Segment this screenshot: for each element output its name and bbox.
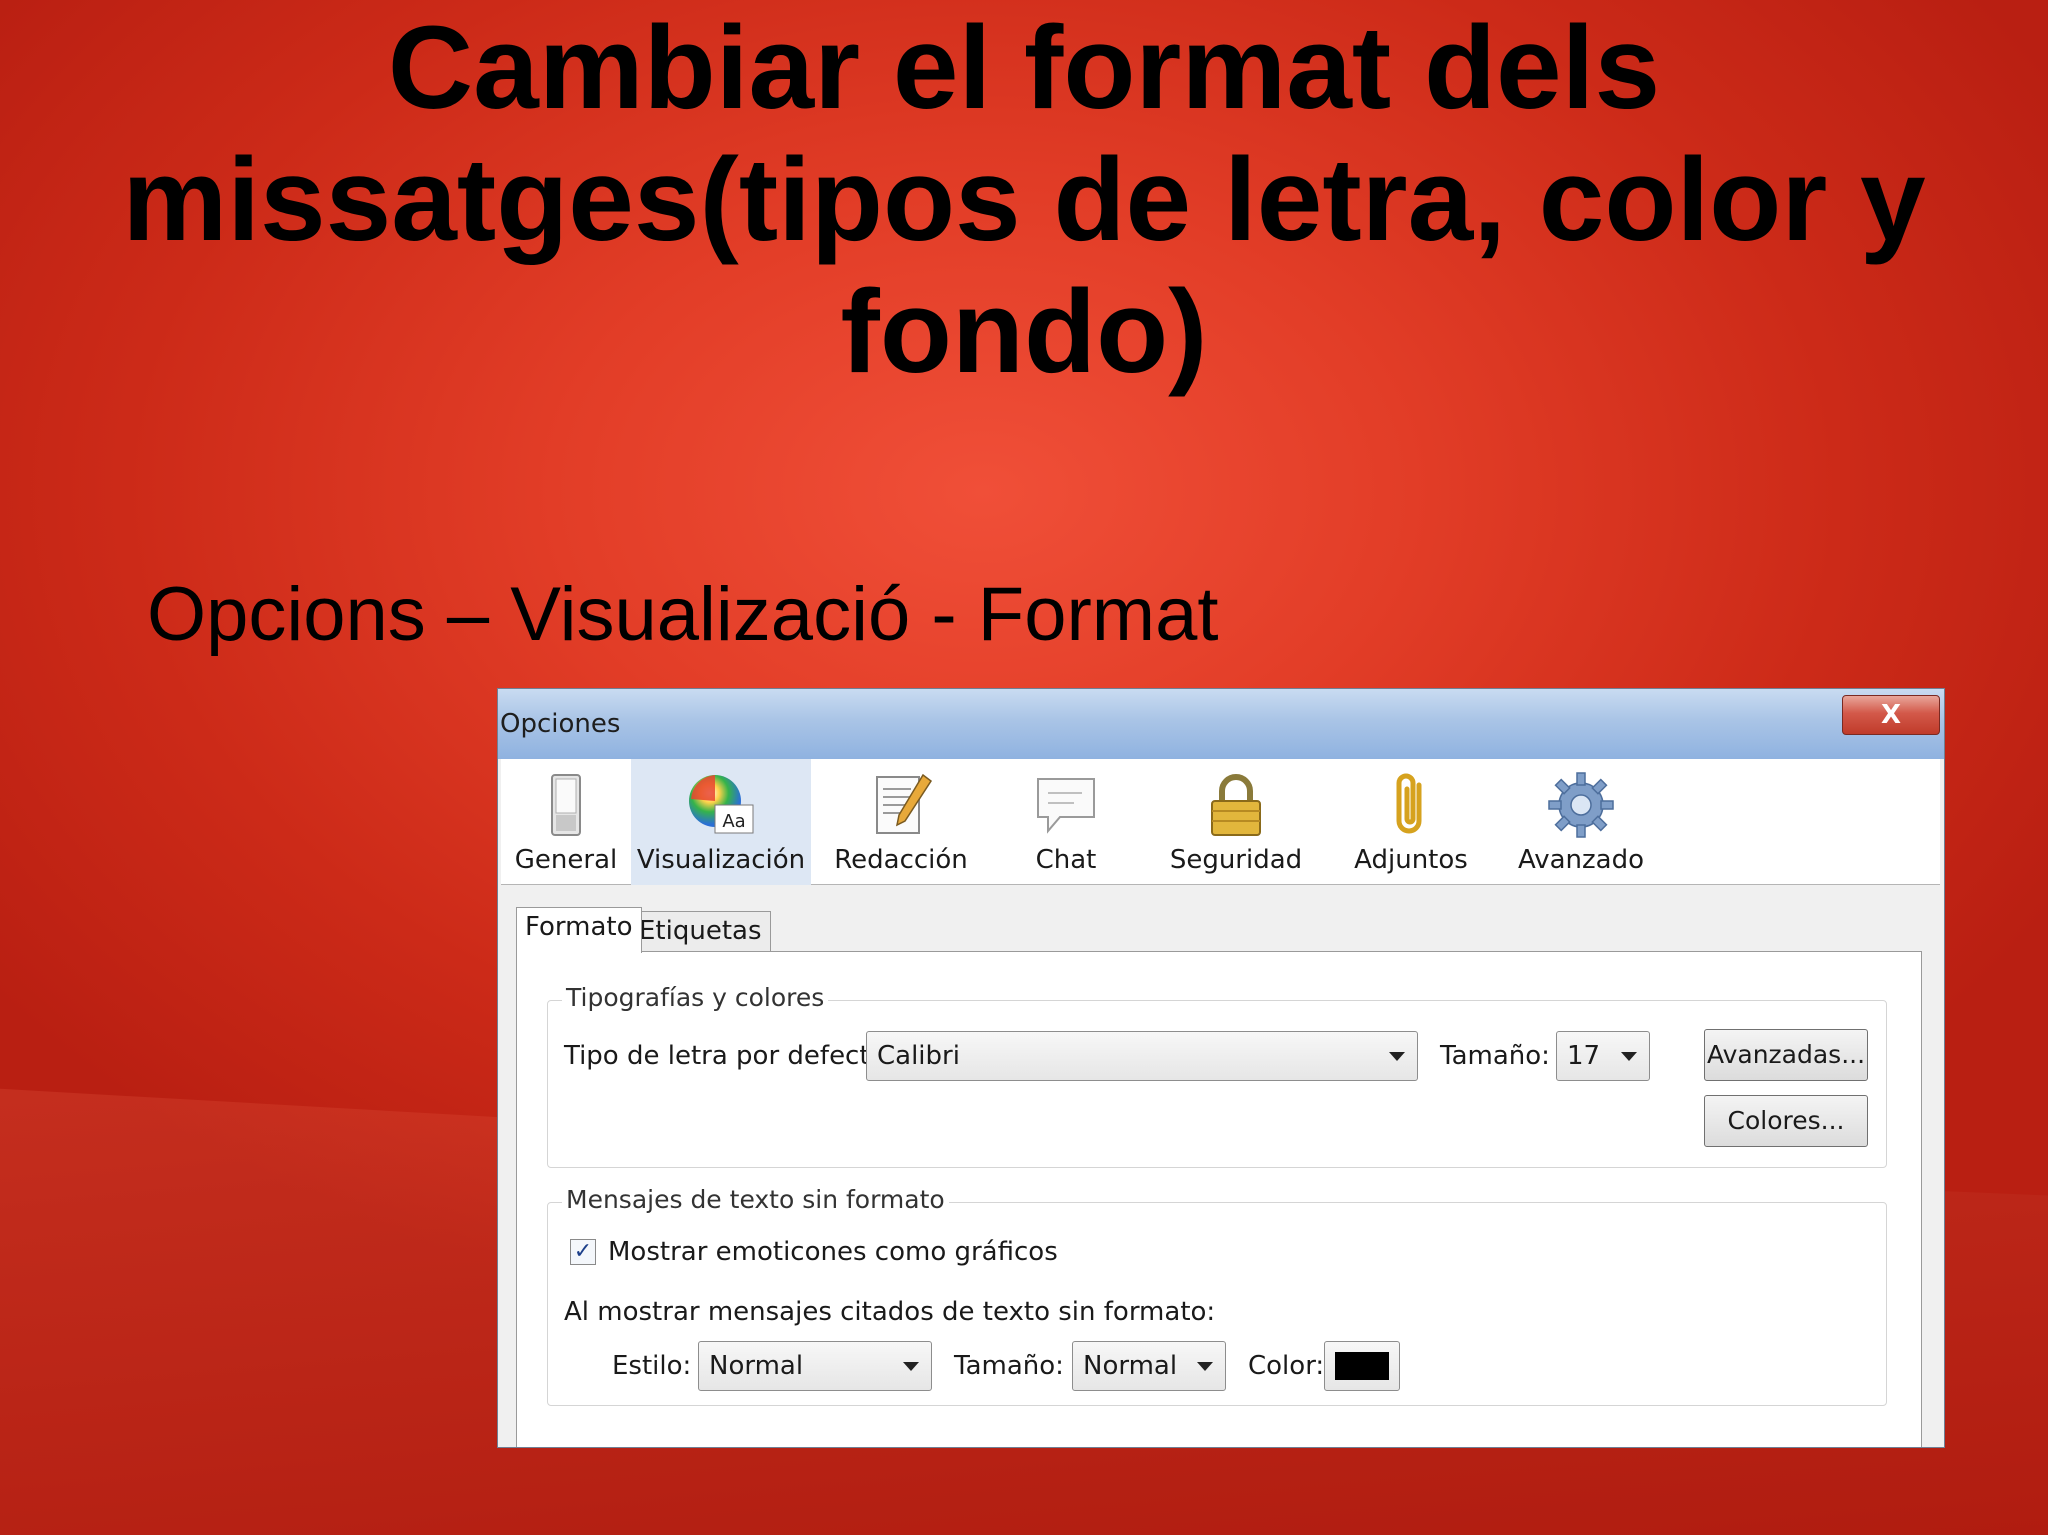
toolbar-item-visualizacion[interactable]: Aa Visualización — [631, 759, 811, 885]
fonts-colors-group: Tipografías y colores Tipo de letra por … — [547, 983, 1887, 1168]
paperclip-icon — [1396, 773, 1422, 834]
toolbar-label-avanzado: Avanzado — [1517, 845, 1645, 875]
default-font-select[interactable]: Calibri — [866, 1031, 1418, 1081]
chevron-down-icon — [903, 1362, 919, 1371]
toolbar-item-chat[interactable]: Chat — [991, 759, 1141, 885]
colors-button[interactable]: Colores... — [1704, 1095, 1868, 1147]
toolbar-label-seguridad: Seguridad — [1169, 845, 1303, 875]
chevron-down-icon — [1621, 1052, 1637, 1061]
toolbar-label-redaccion: Redacción — [834, 845, 968, 875]
quote-style-select[interactable]: Normal — [698, 1341, 932, 1391]
toolbar-label-general: General — [514, 845, 618, 875]
formato-panel: Tipografías y colores Tipo de letra por … — [516, 951, 1922, 1447]
toolbar-label-chat: Chat — [1035, 845, 1097, 875]
color-swatch — [1335, 1352, 1389, 1380]
color-wheel-icon: Aa — [689, 775, 754, 834]
chevron-down-icon — [1197, 1362, 1213, 1371]
dialog-title: Opciones — [500, 709, 621, 739]
switch-icon — [551, 774, 581, 836]
dialog-titlebar[interactable]: Opciones X — [498, 689, 1944, 759]
toolbar-item-seguridad[interactable]: Seguridad — [1141, 759, 1331, 885]
options-dialog: Opciones X General Aa Visualización Reda… — [497, 688, 1945, 1448]
quote-style-value: Normal — [709, 1351, 804, 1381]
quoted-text-label: Al mostrar mensajes citados de texto sin… — [564, 1297, 1216, 1327]
slide-subtitle: Opcions – Visualizació - Format — [147, 572, 1219, 657]
plain-text-legend: Mensajes de texto sin formato — [562, 1185, 949, 1214]
pencil-document-icon — [876, 773, 933, 834]
plain-text-group: Mensajes de texto sin formato ✓ Mostrar … — [547, 1185, 1887, 1406]
font-size-label: Tamaño: — [1440, 1041, 1550, 1071]
toolbar-label-visualizacion: Visualización — [636, 845, 806, 875]
chevron-down-icon — [1389, 1052, 1405, 1061]
tab-formato[interactable]: Formato — [516, 907, 642, 953]
toolbar-item-adjuntos[interactable]: Adjuntos — [1331, 759, 1491, 885]
quote-size-value: Normal — [1083, 1351, 1178, 1381]
font-size-select[interactable]: 17 — [1556, 1031, 1650, 1081]
toolbar-item-redaccion[interactable]: Redacción — [811, 759, 991, 885]
emoticons-label[interactable]: Mostrar emoticones como gráficos — [608, 1237, 1058, 1267]
toolbar-item-avanzado[interactable]: Avanzado — [1491, 759, 1671, 885]
gear-icon — [1548, 772, 1614, 838]
speech-bubble-icon — [1037, 778, 1095, 834]
style-label: Estilo: — [612, 1351, 692, 1381]
quote-size-select[interactable]: Normal — [1072, 1341, 1226, 1391]
padlock-icon — [1211, 774, 1261, 836]
slide-title: Cambiar el format dels missatges(tipos d… — [122, 2, 1926, 398]
emoticons-checkbox[interactable]: ✓ — [570, 1239, 596, 1265]
fonts-colors-legend: Tipografías y colores — [562, 983, 829, 1012]
advanced-fonts-button[interactable]: Avanzadas... — [1704, 1029, 1868, 1081]
svg-text:Aa: Aa — [722, 811, 745, 832]
font-size-value: 17 — [1567, 1041, 1601, 1071]
default-font-label: Tipo de letra por defecto: — [564, 1041, 895, 1071]
quote-size-label: Tamaño: — [954, 1351, 1064, 1381]
default-font-value: Calibri — [877, 1041, 960, 1071]
quote-color-label: Color: — [1248, 1351, 1325, 1381]
close-button[interactable]: X — [1842, 695, 1940, 735]
toolbar-label-adjuntos: Adjuntos — [1354, 845, 1468, 875]
tab-etiquetas[interactable]: Etiquetas — [630, 911, 771, 951]
options-toolbar: General Aa Visualización Redacción Chat … — [501, 759, 1940, 885]
quote-color-button[interactable] — [1324, 1341, 1400, 1391]
toolbar-item-general[interactable]: General — [501, 759, 631, 885]
